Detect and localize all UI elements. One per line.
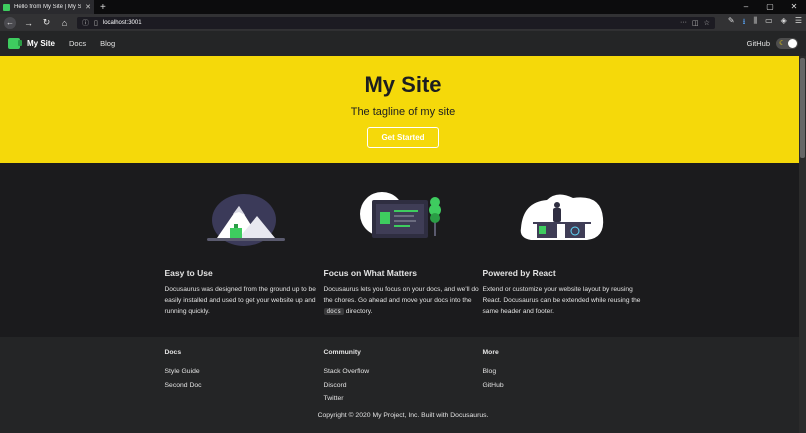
close-window-icon[interactable]: ✕ <box>782 0 806 14</box>
scrollbar-thumb[interactable] <box>800 58 805 158</box>
page-actions-icon[interactable]: ··· <box>680 19 687 26</box>
monitor-illustration-icon <box>324 187 483 247</box>
site-navbar: My Site Docs Blog GitHub ☾ <box>0 31 806 56</box>
site-favicon-icon <box>3 3 10 11</box>
hero-banner: My Site The tagline of my site Get Start… <box>0 56 806 163</box>
page-icon: ▯ <box>94 19 98 27</box>
browser-tabbar: Hello from My Site | My Site ✕ + – ▢ ✕ <box>0 0 806 14</box>
feature-easy-to-use: Easy to Use Docusaurus was designed from… <box>165 187 324 337</box>
hero-tagline: The tagline of my site <box>350 105 456 118</box>
site-brand[interactable]: My Site <box>27 39 55 48</box>
feature-title: Powered by React <box>482 268 556 278</box>
docs-code-snippet: docs <box>323 308 344 315</box>
feature-description: Docusaurus was designed from the ground … <box>164 286 316 315</box>
url-text: localhost:3001 <box>102 19 142 26</box>
mountain-illustration-icon <box>165 187 324 247</box>
feature-react: Powered by React Extend or customize you… <box>483 187 642 337</box>
footer-link-stack-overflow[interactable]: Stack Overflow <box>324 365 483 379</box>
address-bar[interactable]: ⓘ ▯ localhost:3001 ··· ◫ ☆ <box>77 16 715 29</box>
site-logo-icon[interactable] <box>8 38 22 49</box>
feature-description: Docusaurus lets you focus on your docs, … <box>323 286 479 315</box>
page-scrollbar[interactable] <box>799 56 806 433</box>
react-illustration-icon <box>483 187 642 247</box>
nav-link-github[interactable]: GitHub <box>747 39 770 48</box>
footer-link-blog[interactable]: Blog <box>483 365 642 379</box>
dark-mode-toggle[interactable]: ☾ <box>776 38 798 49</box>
nav-link-blog[interactable]: Blog <box>100 39 115 48</box>
feature-title: Focus on What Matters <box>323 268 418 278</box>
nav-link-docs[interactable]: Docs <box>69 39 86 48</box>
back-icon[interactable]: ← <box>4 16 16 29</box>
feature-title: Easy to Use <box>164 268 213 278</box>
browser-toolbar: ← → ↻ ⌂ ⓘ ▯ localhost:3001 ··· ◫ ☆ ✎ ⭳ ⫼… <box>0 14 806 31</box>
new-tab-icon[interactable]: + <box>100 2 106 13</box>
footer-link-twitter[interactable]: Twitter <box>324 392 483 406</box>
browser-tab[interactable]: Hello from My Site | My Site ✕ <box>0 0 94 14</box>
window-controls: – ▢ ✕ <box>734 0 806 14</box>
get-started-button[interactable]: Get Started <box>367 126 439 148</box>
home-icon[interactable]: ⌂ <box>59 18 70 28</box>
close-tab-icon[interactable]: ✕ <box>85 3 91 11</box>
footer-link-github[interactable]: GitHub <box>483 379 642 393</box>
extension-icon[interactable]: ◈ <box>781 16 787 30</box>
footer-column-title: Community <box>323 349 361 356</box>
library-icon[interactable]: ⫼ <box>753 16 757 30</box>
footer-copyright: Copyright © 2020 My Project, Inc. Built … <box>317 411 489 419</box>
tools-icon[interactable]: ✎ <box>728 16 735 30</box>
maximize-icon[interactable]: ▢ <box>758 0 782 14</box>
sidebar-icon[interactable]: ▭ <box>765 16 773 30</box>
menu-icon[interactable]: ☰ <box>795 16 802 30</box>
footer-column-title: Docs <box>164 349 182 356</box>
moon-icon: ☾ <box>779 40 786 47</box>
footer-column-more: More Blog GitHub <box>483 349 642 406</box>
pocket-icon[interactable]: ◫ <box>692 19 699 27</box>
footer-link-discord[interactable]: Discord <box>324 379 483 393</box>
footer-link-style-guide[interactable]: Style Guide <box>165 365 324 379</box>
feature-description: Extend or customize your website layout … <box>482 286 641 315</box>
tab-title: Hello from My Site | My Site <box>14 4 82 10</box>
footer-column-docs: Docs Style Guide Second Doc <box>165 349 324 406</box>
minimize-icon[interactable]: – <box>734 0 758 14</box>
reload-icon[interactable]: ↻ <box>41 17 52 28</box>
site-info-icon[interactable]: ⓘ <box>82 18 89 28</box>
footer-column-community: Community Stack Overflow Discord Twitter <box>324 349 483 406</box>
footer-link-second-doc[interactable]: Second Doc <box>165 379 324 393</box>
site-footer: Docs Style Guide Second Doc Community St… <box>0 337 806 433</box>
feature-focus: Focus on What Matters Docusaurus lets yo… <box>323 187 483 337</box>
toggle-knob <box>788 39 797 48</box>
forward-icon[interactable]: → <box>23 18 34 28</box>
footer-column-title: More <box>482 349 499 356</box>
hero-title: My Site <box>364 71 442 97</box>
bookmark-star-icon[interactable]: ☆ <box>704 19 710 27</box>
download-icon[interactable]: ⭳ <box>743 16 746 30</box>
features-section: Easy to Use Docusaurus was designed from… <box>0 163 806 337</box>
